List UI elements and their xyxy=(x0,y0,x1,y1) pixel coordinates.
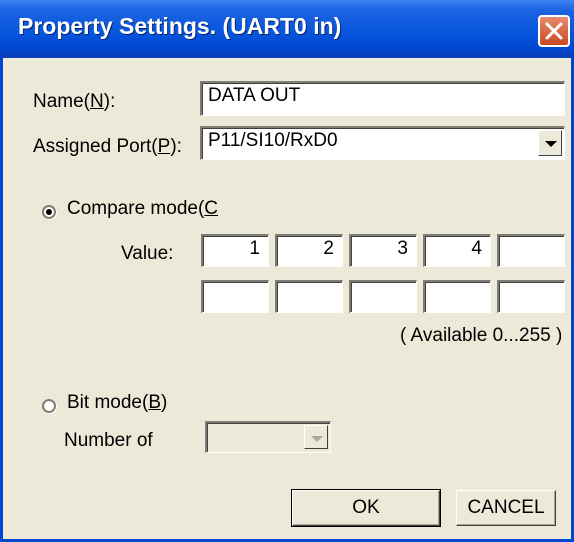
chevron-down-icon[interactable] xyxy=(538,130,562,156)
value-cell-1[interactable]: 1 xyxy=(201,234,269,267)
title-bar[interactable]: Property Settings. (UART0 in) xyxy=(0,0,574,58)
cancel-button[interactable]: CANCEL xyxy=(456,490,556,526)
value-cell-4[interactable]: 4 xyxy=(423,234,491,267)
value-cell-7[interactable] xyxy=(275,280,343,313)
close-icon xyxy=(545,22,563,40)
value-label: Value: xyxy=(121,243,174,264)
assigned-port-select[interactable]: P11/SI10/RxD0 xyxy=(200,126,565,160)
value-cell-5[interactable] xyxy=(497,234,565,267)
chevron-down-icon[interactable] xyxy=(304,425,328,449)
bit-mode-radio[interactable] xyxy=(42,399,56,413)
name-label: Name(N): xyxy=(33,91,116,112)
value-cell-9[interactable] xyxy=(423,280,491,313)
assigned-port-value: P11/SI10/RxD0 xyxy=(208,130,338,151)
ok-button[interactable]: OK xyxy=(291,489,441,527)
close-button[interactable] xyxy=(538,15,570,47)
value-cell-6[interactable] xyxy=(201,280,269,313)
value-cell-10[interactable] xyxy=(497,280,565,313)
window-title: Property Settings. (UART0 in) xyxy=(18,13,342,39)
assigned-port-label: Assigned Port(P): xyxy=(33,136,182,157)
compare-mode-radio[interactable] xyxy=(42,205,56,219)
bit-mode-label[interactable]: Bit mode(B) xyxy=(67,392,167,414)
available-range-hint: ( Available 0...255 ) xyxy=(400,325,563,346)
number-of-select[interactable] xyxy=(205,421,331,453)
name-input[interactable]: DATA OUT xyxy=(200,81,565,116)
window-border-left xyxy=(0,58,3,542)
compare-mode-label[interactable]: Compare mode(C xyxy=(67,198,218,220)
number-of-label: Number of xyxy=(64,430,153,451)
value-cell-3[interactable]: 3 xyxy=(349,234,417,267)
value-cell-8[interactable] xyxy=(349,280,417,313)
value-cell-2[interactable]: 2 xyxy=(275,234,343,267)
